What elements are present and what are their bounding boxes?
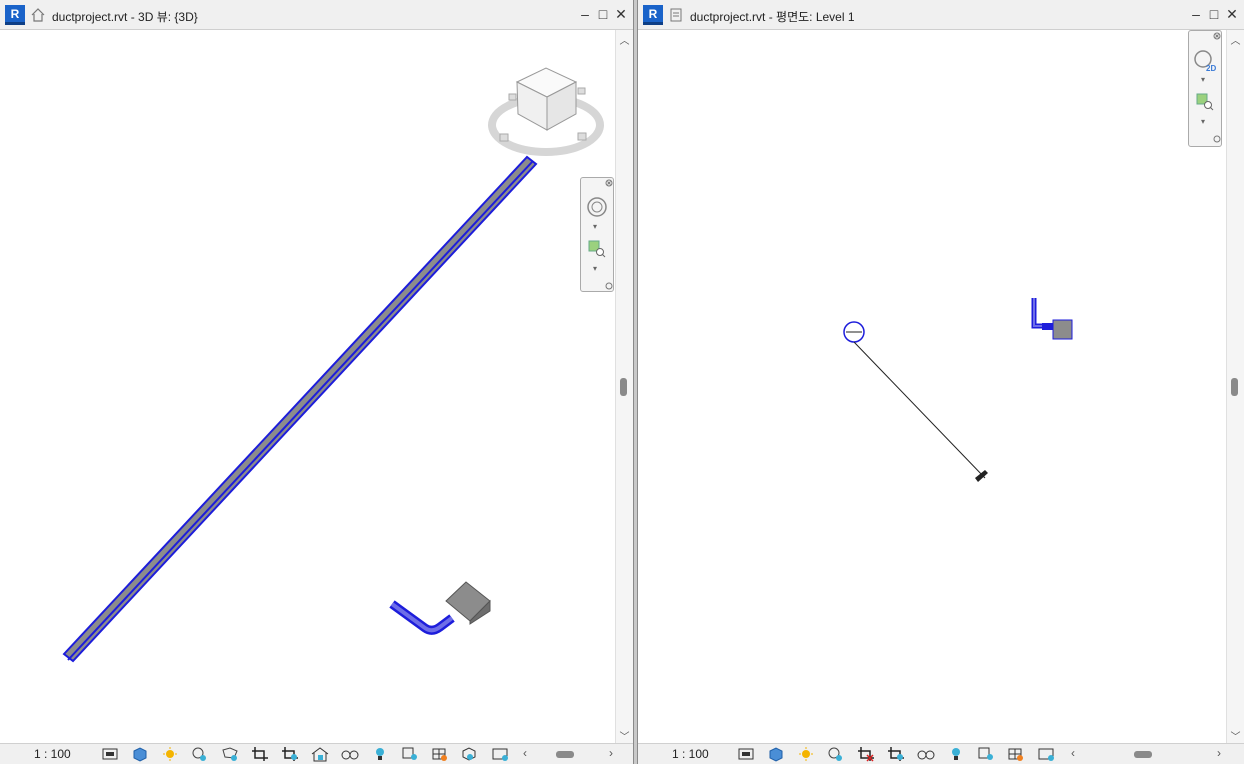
sun-path-icon[interactable]	[160, 746, 180, 762]
temporary-view-properties-icon[interactable]	[400, 746, 420, 762]
view-control-bar: 1 : 100 ‹ ›	[0, 743, 633, 764]
zoom-region-icon[interactable]	[1196, 93, 1214, 111]
scroll-right-arrow-icon[interactable]: ›	[1212, 746, 1226, 760]
revit-logo-icon: R	[643, 5, 663, 25]
visual-style-icon[interactable]	[130, 746, 150, 762]
crop-region-icon[interactable]	[886, 746, 906, 762]
vertical-scrollbar[interactable]: ︿ ﹀	[1226, 30, 1244, 744]
reveal-constraints-icon[interactable]	[460, 746, 480, 762]
title-bar[interactable]: R ductproject.rvt - 3D 뷰: {3D} – □ ✕	[0, 0, 633, 30]
plan-view-canvas[interactable]: 2D ▾ ▾	[638, 30, 1227, 744]
scroll-down-arrow-icon[interactable]: ﹀	[1227, 728, 1244, 743]
rendering-icon[interactable]	[220, 746, 240, 762]
duct-elbow-assembly[interactable]	[389, 581, 491, 635]
reveal-hidden-icon[interactable]	[370, 746, 390, 762]
close-icon[interactable]	[605, 179, 613, 187]
view-scale[interactable]: 1 : 100	[672, 747, 709, 761]
close-icon[interactable]	[1213, 32, 1221, 40]
view-window-3d[interactable]: R ductproject.rvt - 3D 뷰: {3D} – □ ✕ ▾ ▾…	[0, 0, 634, 764]
options-icon[interactable]	[1213, 135, 1221, 143]
steering-wheel-icon[interactable]	[586, 196, 608, 218]
view-control-bar: 1 : 100 ‹ ›	[638, 743, 1244, 764]
visual-style-icon[interactable]	[766, 746, 786, 762]
scroll-thumb[interactable]	[1231, 378, 1238, 396]
analytical-model-icon[interactable]	[1036, 746, 1056, 762]
scroll-left-arrow-icon[interactable]: ‹	[518, 746, 532, 760]
horizontal-scrollbar[interactable]: ‹ ›	[518, 746, 618, 762]
scroll-up-arrow-icon[interactable]: ︿	[1227, 32, 1244, 47]
maximize-button[interactable]: □	[595, 6, 611, 22]
vertical-scrollbar[interactable]: ︿ ﹀	[615, 30, 633, 744]
revit-logo-icon: R	[5, 5, 25, 25]
chevron-down-icon[interactable]: ▾	[593, 222, 597, 231]
close-button[interactable]: ✕	[613, 6, 629, 22]
window-title: ductproject.rvt - 3D 뷰: {3D}	[52, 10, 198, 24]
shadows-icon[interactable]	[190, 746, 210, 762]
view-scale[interactable]: 1 : 100	[34, 747, 71, 761]
sun-path-icon[interactable]	[796, 746, 816, 762]
scroll-thumb[interactable]	[1134, 751, 1152, 758]
temporary-hide-icon[interactable]	[916, 746, 936, 762]
scroll-right-arrow-icon[interactable]: ›	[604, 746, 618, 760]
minimize-button[interactable]: –	[577, 6, 593, 22]
minimize-button[interactable]: –	[1188, 6, 1204, 22]
horizontal-scrollbar[interactable]: ‹ ›	[1066, 746, 1226, 762]
reveal-hidden-icon[interactable]	[946, 746, 966, 762]
unlocked-3d-view-icon[interactable]	[310, 746, 330, 762]
scroll-thumb[interactable]	[556, 751, 574, 758]
scroll-left-arrow-icon[interactable]: ‹	[1066, 746, 1080, 760]
scroll-thumb[interactable]	[620, 378, 627, 396]
chevron-down-icon[interactable]: ▾	[1201, 75, 1205, 84]
navigation-bar[interactable]: ▾ ▾	[580, 177, 614, 292]
detail-level-icon[interactable]	[736, 746, 756, 762]
svg-text:2D: 2D	[1206, 64, 1216, 73]
crop-view-icon[interactable]	[250, 746, 270, 762]
title-bar[interactable]: R ductproject.rvt - 평면도: Level 1 – □ ✕	[638, 0, 1244, 30]
analytical-model-icon[interactable]	[490, 746, 510, 762]
3d-view-canvas[interactable]: ▾ ▾	[0, 30, 616, 744]
house-icon	[31, 8, 45, 22]
window-title: ductproject.rvt - 평면도: Level 1	[690, 10, 855, 24]
crop-view-off-icon[interactable]	[856, 746, 876, 762]
temporary-view-properties-icon[interactable]	[976, 746, 996, 762]
chevron-down-icon[interactable]: ▾	[593, 264, 597, 273]
options-icon[interactable]	[605, 282, 613, 290]
steering-wheel-2d-icon[interactable]: 2D	[1193, 49, 1217, 73]
zoom-region-icon[interactable]	[588, 240, 606, 258]
chevron-down-icon[interactable]: ▾	[1201, 117, 1205, 126]
floor-plan-icon	[670, 8, 682, 22]
worksharing-display-icon[interactable]	[430, 746, 450, 762]
viewcube[interactable]	[488, 67, 604, 156]
temporary-hide-icon[interactable]	[340, 746, 360, 762]
close-button[interactable]: ✕	[1224, 6, 1240, 22]
view-window-floor-plan[interactable]: R ductproject.rvt - 평면도: Level 1 – □ ✕ 2…	[637, 0, 1244, 764]
section-marker[interactable]	[843, 321, 988, 482]
navigation-bar[interactable]: 2D ▾ ▾	[1188, 30, 1222, 147]
crop-region-icon[interactable]	[280, 746, 300, 762]
maximize-button[interactable]: □	[1206, 6, 1222, 22]
detail-level-icon[interactable]	[100, 746, 120, 762]
scroll-up-arrow-icon[interactable]: ︿	[616, 32, 633, 47]
duct-plan-assembly[interactable]	[1031, 298, 1073, 340]
shadows-icon[interactable]	[826, 746, 846, 762]
worksharing-display-icon[interactable]	[1006, 746, 1026, 762]
scroll-down-arrow-icon[interactable]: ﹀	[616, 728, 633, 743]
